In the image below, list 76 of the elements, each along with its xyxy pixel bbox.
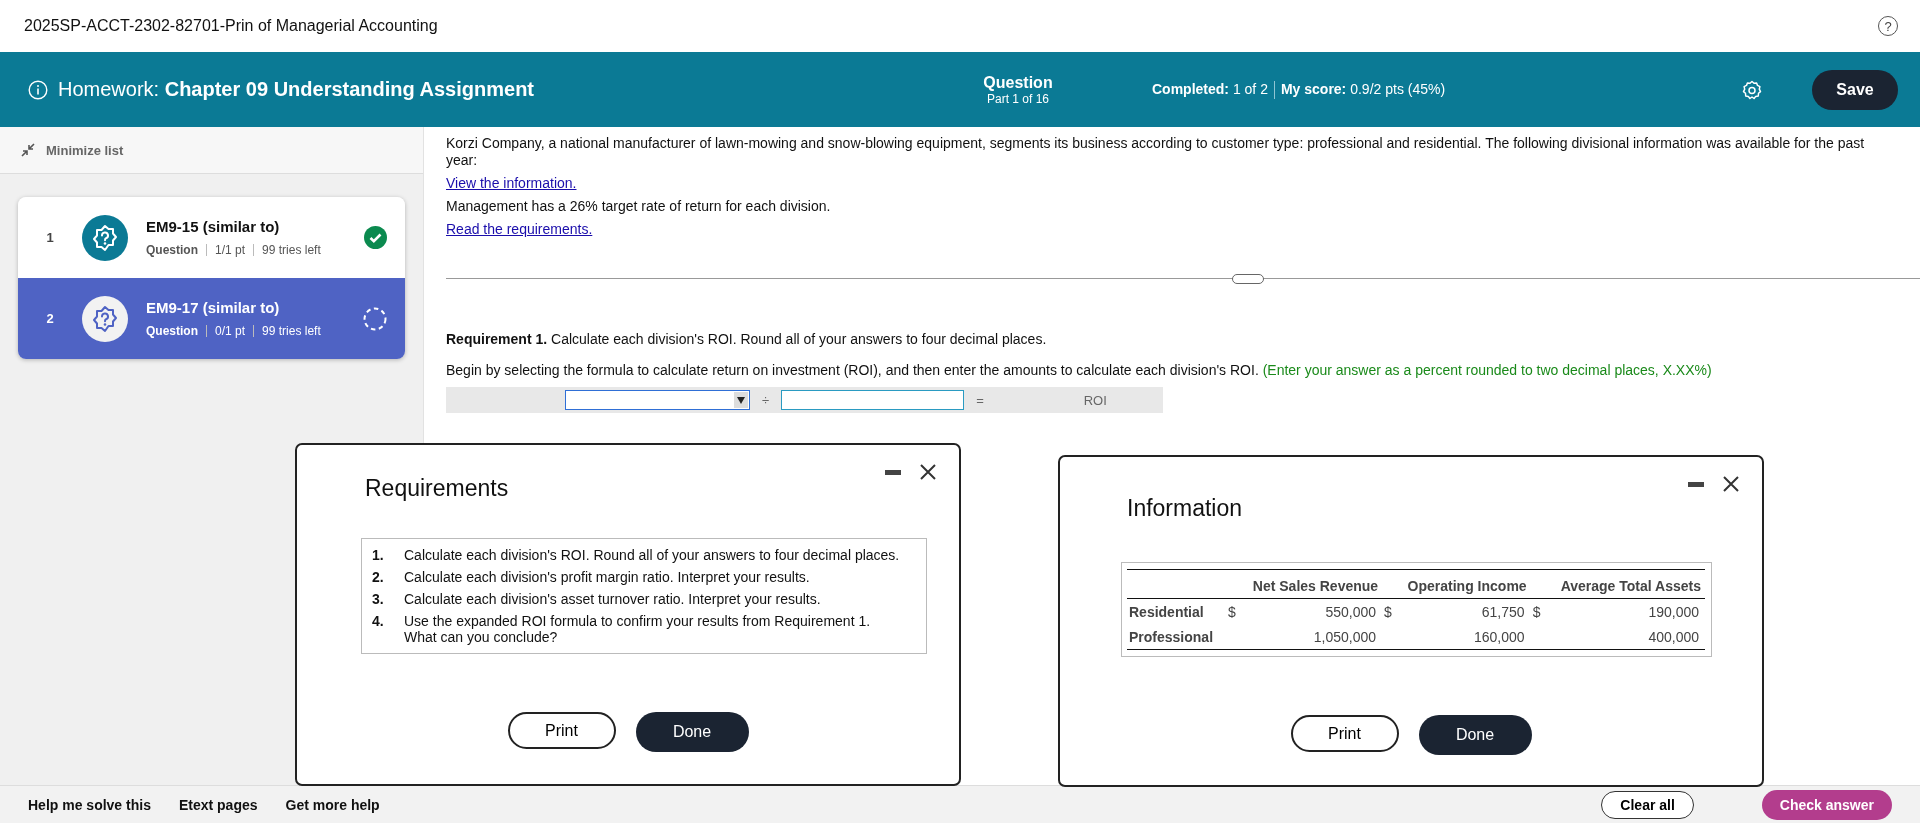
currency-sign: $: [1228, 604, 1236, 620]
text-link[interactable]: Read the requirements.: [446, 221, 593, 237]
equals-sign: =: [976, 392, 984, 408]
column-header: Operating Income: [1382, 569, 1531, 599]
question-list-item[interactable]: 1 EM9-15 (similar to) Question 1/1 pt 99 tries left: [18, 197, 405, 278]
item-number: 2.: [372, 569, 385, 585]
row-label: Professional: [1127, 624, 1226, 650]
question-list-item[interactable]: 2 EM9-17 (similar to) Question 0/1 pt 99 tries left: [18, 278, 405, 359]
question-title: EM9-15 (similar to): [146, 218, 281, 235]
table-cell: 160,000: [1474, 629, 1525, 645]
input-field[interactable]: [781, 390, 965, 410]
question-number: 1: [45, 230, 55, 245]
question-type: Question: [146, 243, 198, 257]
save-button[interactable]: Save: [1812, 69, 1898, 110]
dropdown-arrow-icon: [737, 396, 745, 404]
done-button[interactable]: Done: [635, 712, 749, 752]
check-answer-button[interactable]: Check answer: [1761, 790, 1892, 820]
tries-left: 99 tries left: [262, 243, 321, 257]
completed-status: Completed: 1 of 2: [1152, 80, 1268, 99]
column-header: Net Sales Revenue: [1226, 569, 1383, 599]
text-link[interactable]: View the information.: [446, 175, 577, 191]
part-counter: Part 1 of 16: [985, 91, 1050, 106]
question-points: 0/1 pt: [215, 324, 246, 338]
collapse-arrows-icon: [20, 143, 36, 157]
requirement-item: Calculate each division's asset turnover ratio. Interpret your results.: [404, 591, 821, 607]
question-number: 2: [45, 311, 55, 326]
requirement-item: Calculate each division's profit margin ratio. Interpret your results.: [404, 569, 810, 585]
close-icon[interactable]: [1722, 475, 1740, 493]
table-cell: 550,000: [1325, 604, 1377, 620]
dialog-title: Information: [1127, 495, 1244, 522]
info-icon[interactable]: [28, 79, 48, 100]
dialog-title: Requirements: [365, 475, 510, 502]
footer-link[interactable]: Etext pages: [178, 797, 258, 813]
print-button[interactable]: Print: [507, 712, 616, 749]
item-number: 4.: [372, 613, 385, 631]
column-header: Average Total Assets: [1530, 569, 1705, 599]
question-title: EM9-17 (similar to): [146, 299, 281, 316]
minimize-icon[interactable]: [885, 469, 901, 475]
question-badge-icon: [82, 295, 128, 342]
expand-handle[interactable]: [1232, 274, 1264, 284]
score-status: My score: 0.9/2 pts (45%): [1280, 80, 1446, 99]
currency-sign: $: [1384, 604, 1392, 620]
item-number: 1.: [372, 547, 385, 563]
tries-left: 99 tries left: [262, 324, 321, 338]
problem-text: Management has a 26% target rate of return for each division.: [446, 198, 832, 215]
problem-text: Korzi Company, a national manufacturer of lawn-mowing and snow-blowing equipment, segments its business according to customer type: professional and residential. The following divisional information was available for the past year:: [446, 135, 1866, 169]
currency-sign: $: [1532, 604, 1541, 620]
hint-text: (Enter your answer as a percent rounded to two decimal places, X.XX%): [1262, 362, 1712, 378]
result-label: ROI: [1083, 392, 1107, 408]
assignment-title: Homework: Chapter 09 Understanding Assignment: [58, 78, 535, 101]
table-cell: 1,050,000: [1313, 629, 1377, 645]
settings-icon[interactable]: [1742, 79, 1762, 100]
minimize-list-button[interactable]: Minimize list: [0, 127, 423, 174]
question-badge-icon: [82, 214, 128, 261]
done-button[interactable]: Done: [1418, 715, 1532, 755]
footer-link[interactable]: Get more help: [285, 797, 380, 813]
minimize-icon[interactable]: [1688, 481, 1704, 487]
formula-dropdown[interactable]: [565, 390, 750, 410]
item-number: 3.: [372, 591, 385, 607]
requirement-text: Requirement 1. Calculate each division's ROI. Round all of your answers to four decimal places.: [446, 331, 1048, 347]
table-cell: 61,750: [1481, 604, 1525, 620]
question-points: 1/1 pt: [215, 243, 246, 257]
clear-all-button[interactable]: Clear all: [1601, 791, 1694, 819]
close-icon[interactable]: [919, 463, 937, 481]
divide-sign: ÷: [762, 392, 770, 408]
row-label: Residential: [1127, 598, 1226, 624]
requirement-item: Use the expanded ROI formula to confirm your results from Requirement 1. What can you conclude?: [404, 613, 872, 645]
question-type: Question: [146, 324, 198, 338]
print-button[interactable]: Print: [1290, 715, 1399, 752]
question-label: Question: [982, 73, 1054, 92]
footer-link[interactable]: Help me solve this: [28, 797, 151, 813]
requirement-item: Calculate each division's ROI. Round all of your answers to four decimal places.: [404, 547, 900, 563]
instruction-text: Begin by selecting the formula to calculate return on investment (ROI), and then enter the amounts to calculate each division's ROI.: [446, 362, 1259, 378]
table-cell: 190,000: [1648, 604, 1699, 620]
course-title: 2025SP-ACCT-2302-82701-Prin of Managerial Accounting: [24, 17, 438, 35]
table-cell: 400,000: [1648, 629, 1699, 645]
